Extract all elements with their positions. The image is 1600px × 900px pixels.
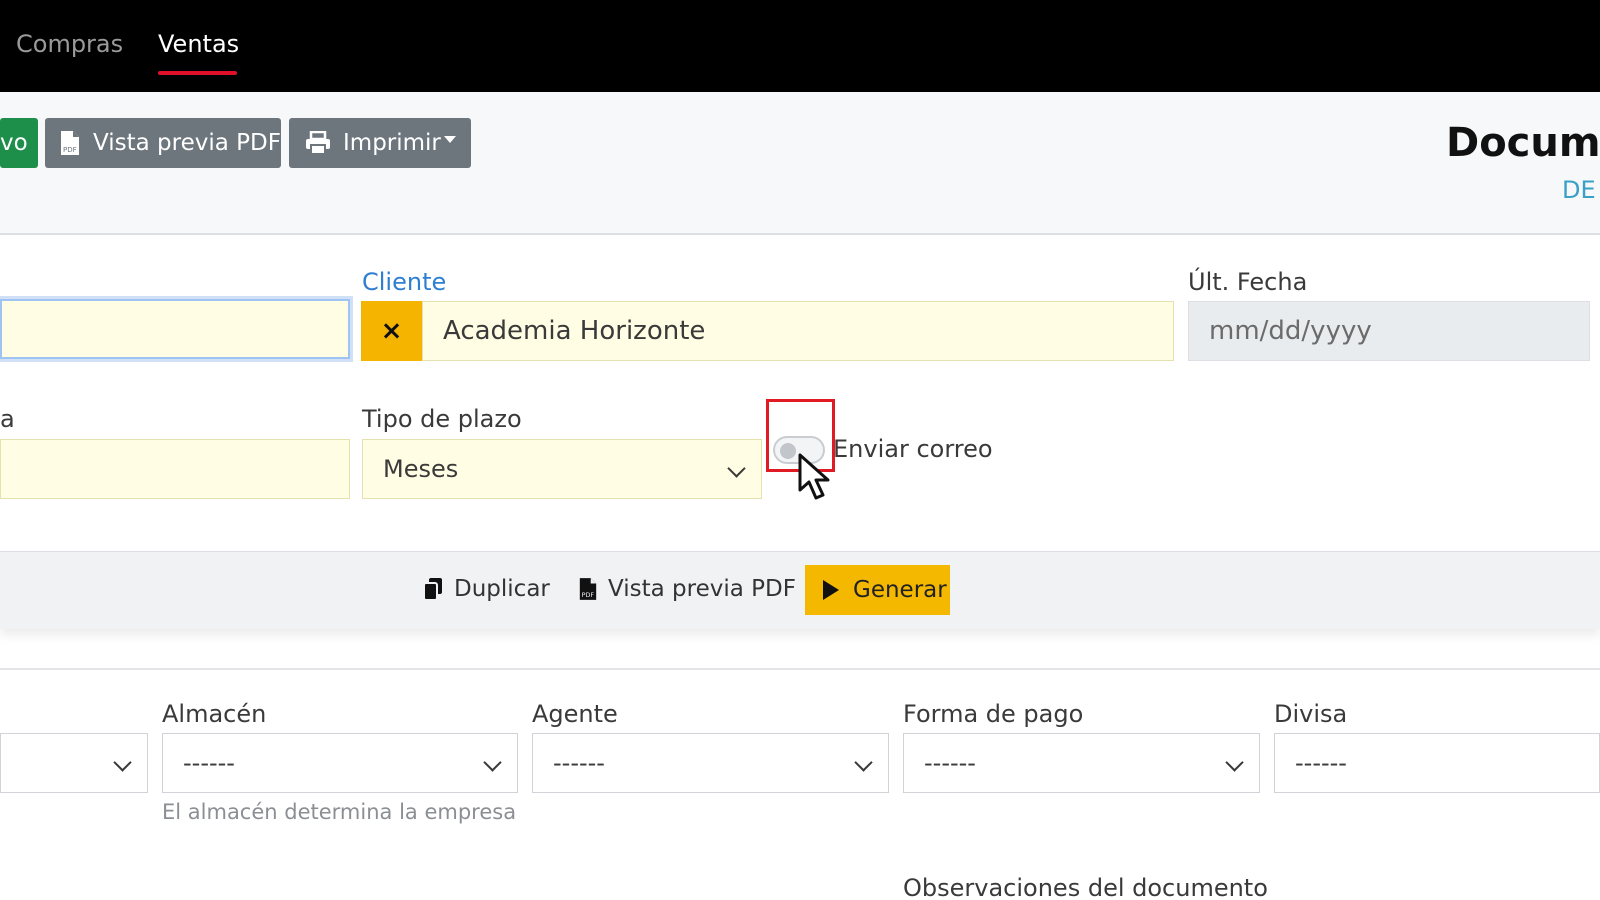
play-icon [823,580,839,600]
almacen-label: Almacén [162,700,267,728]
left-field-2-input[interactable] [0,439,350,499]
ult-fecha-placeholder: mm/dd/yyyy [1209,316,1372,346]
svg-text:PDF: PDF [582,592,595,599]
new-button-label: vo [0,130,28,156]
almacen-value: ------ [183,749,235,777]
clear-cliente-button[interactable]: × [361,301,422,361]
pdf-file-icon: PDF [61,131,79,155]
document-title: Docume [1446,120,1600,166]
duplicar-button[interactable]: Duplicar [422,576,550,602]
pdf-preview-label: Vista previa PDF [93,130,281,156]
tipo-plazo-value: Meses [383,455,459,483]
svg-text:PDF: PDF [63,146,77,154]
agente-value: ------ [553,749,605,777]
chevron-down-icon [483,753,502,772]
print-label: Imprimir [343,130,441,156]
tab-ventas[interactable]: Ventas [158,30,239,58]
left-field-label: a [0,405,15,433]
printer-icon [306,131,330,155]
section-divider [0,668,1600,670]
mouse-cursor-icon [798,453,830,500]
copy-icon [423,578,442,601]
chevron-down-icon [1225,753,1244,772]
chevron-down-icon [113,753,132,772]
ult-fecha-input[interactable]: mm/dd/yyyy [1188,301,1590,361]
cliente-input[interactable]: Academia Horizonte [422,301,1174,361]
forma-pago-select[interactable]: ------ [903,733,1260,793]
pdf-preview-action-label: Vista previa PDF [608,576,796,602]
observaciones-label: Observaciones del documento [903,874,1268,900]
left-details-select[interactable] [0,733,148,793]
chevron-down-icon [727,459,746,478]
almacen-help-text: El almacén determina la empresa [162,800,517,824]
chevron-down-icon [854,753,873,772]
close-icon: × [380,316,403,346]
cliente-label: Cliente [362,268,447,296]
document-code: DE [1562,176,1596,204]
pdf-file-icon: PDF [579,578,597,600]
new-button[interactable]: vo [0,118,38,168]
generar-label: Generar [853,577,947,603]
almacen-select[interactable]: ------ [162,733,518,793]
print-button[interactable]: Imprimir [289,118,471,168]
divisa-value: ------ [1295,749,1347,777]
divisa-label: Divisa [1274,700,1348,728]
agente-label: Agente [532,700,618,728]
cliente-value: Academia Horizonte [443,316,706,346]
tipo-plazo-label: Tipo de plazo [362,405,522,433]
ult-fecha-label: Últ. Fecha [1188,268,1308,296]
left-field-input[interactable] [0,299,350,359]
divisa-select[interactable]: ------ [1274,733,1600,793]
pdf-preview-action[interactable]: PDF Vista previa PDF [578,576,796,602]
forma-pago-label: Forma de pago [903,700,1084,728]
active-tab-indicator [158,71,237,75]
tipo-plazo-select[interactable]: Meses [362,439,762,499]
pdf-preview-button[interactable]: PDF Vista previa PDF [45,118,281,168]
forma-pago-value: ------ [924,749,976,777]
agente-select[interactable]: ------ [532,733,889,793]
duplicar-label: Duplicar [454,576,550,602]
action-bar [0,551,1600,629]
generar-button[interactable]: Generar [805,565,950,615]
enviar-correo-label: Enviar correo [833,435,993,463]
print-dropdown-caret-icon[interactable] [444,136,456,143]
tab-compras[interactable]: Compras [16,30,123,58]
top-nav: Compras Ventas [0,0,1600,92]
